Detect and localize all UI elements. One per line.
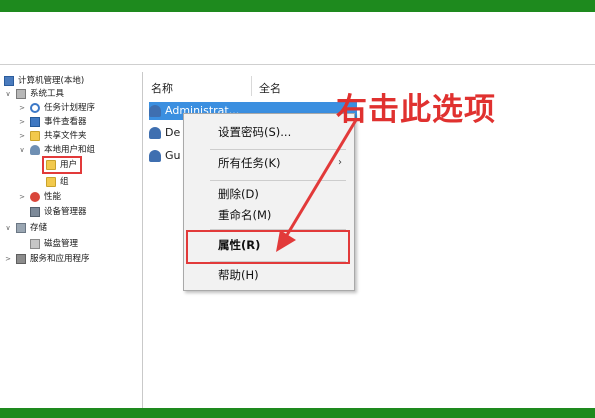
bottom-green-border: [0, 408, 595, 418]
arrow-head: [276, 230, 296, 252]
arrow-shaft: [282, 119, 358, 241]
annotation-arrow: [276, 119, 358, 252]
